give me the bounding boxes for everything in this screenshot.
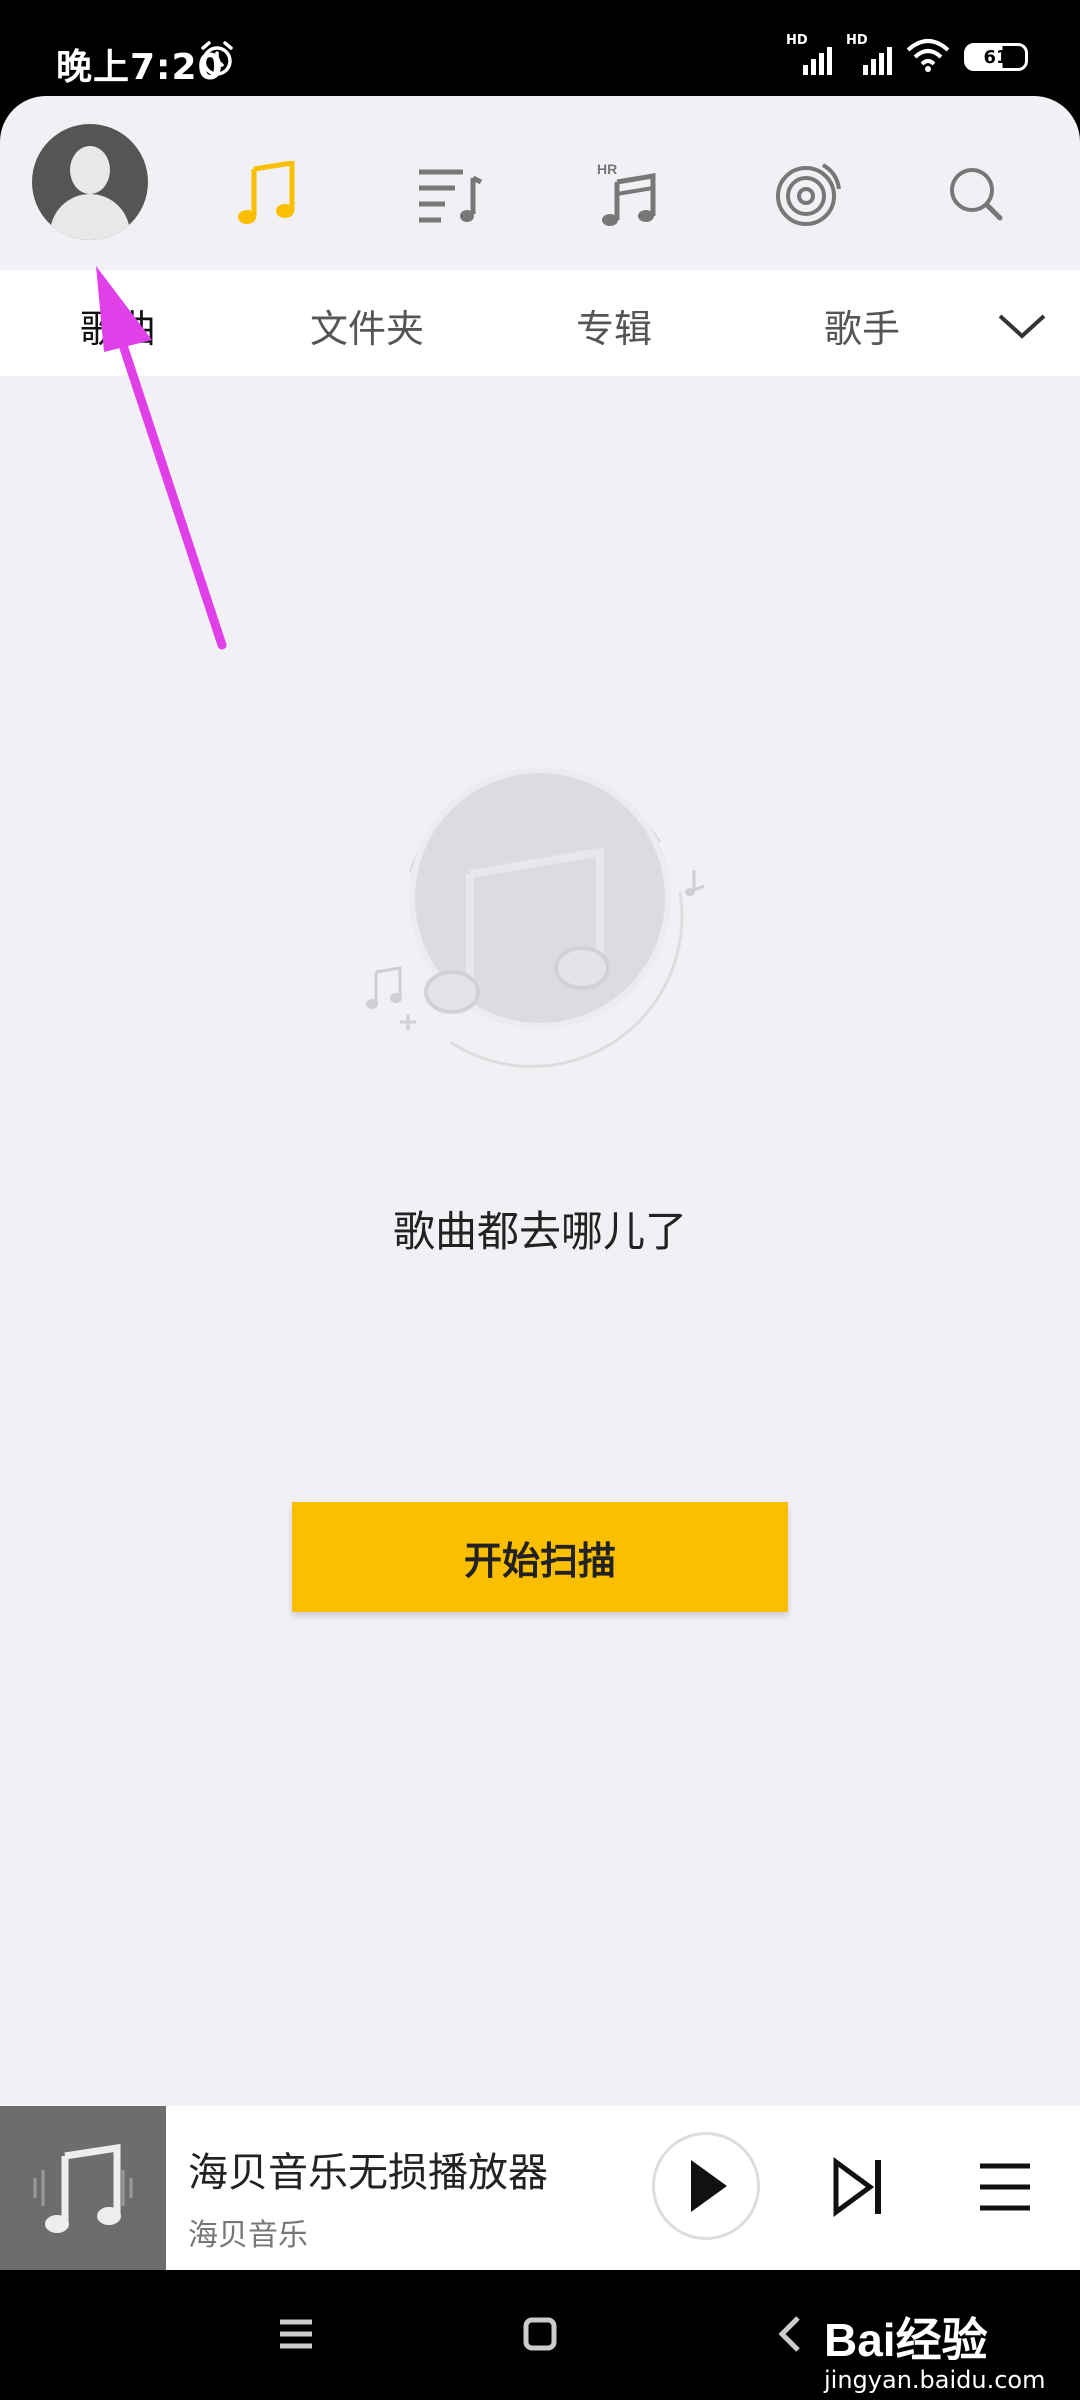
tab-artists[interactable]: 歌手 <box>824 298 900 353</box>
playlist-icon[interactable] <box>410 154 490 234</box>
empty-music-illustration <box>360 742 720 1082</box>
menu-icon[interactable] <box>276 2314 316 2358</box>
signal-hd-label: HD <box>786 33 808 48</box>
music-app: HR 歌曲 文件夹 专辑 歌手 歌曲都去哪儿了 开始扫描 <box>0 96 1080 2270</box>
wifi-icon <box>906 38 950 76</box>
hr-music-icon[interactable]: HR <box>588 154 668 234</box>
hr-badge: HR <box>597 161 617 177</box>
vinyl-disc-icon[interactable] <box>768 154 848 234</box>
album-cover[interactable] <box>0 2106 166 2270</box>
tab-folders[interactable]: 文件夹 <box>310 298 424 353</box>
watermark-site: jingyan.baidu.com <box>824 2366 1046 2394</box>
tab-songs[interactable]: 歌曲 <box>80 298 156 353</box>
baidu-watermark: Bai经验 jingyan.baidu.com <box>824 2304 1045 2394</box>
signal-hd-label: HD <box>846 33 868 48</box>
play-queue-icon[interactable] <box>976 2158 1034 2216</box>
signal-icon: HD <box>846 33 892 75</box>
chevron-down-icon[interactable] <box>994 300 1050 350</box>
play-icon <box>691 2160 727 2212</box>
start-scan-button[interactable]: 开始扫描 <box>292 1502 788 1612</box>
tab-albums[interactable]: 专辑 <box>576 298 652 353</box>
play-button[interactable] <box>652 2132 760 2240</box>
song-title: 海贝音乐无损播放器 <box>188 2150 548 2196</box>
battery-level: 61 <box>983 46 1009 68</box>
status-bar: 晚上7:20 HD HD 61 <box>0 0 1080 96</box>
battery-icon: 61 <box>964 43 1028 71</box>
song-artist: 海贝音乐 <box>188 2218 308 2253</box>
empty-state-message: 歌曲都去哪儿了 <box>392 1207 687 1256</box>
back-icon[interactable] <box>772 2314 808 2358</box>
alarm-icon <box>198 40 236 82</box>
music-note-icon[interactable] <box>228 154 308 234</box>
search-icon[interactable] <box>936 154 1016 234</box>
tab-bar: 歌曲 文件夹 专辑 歌手 <box>0 270 1080 376</box>
top-navigation: HR <box>0 96 1080 270</box>
signal-icon: HD <box>786 33 832 75</box>
watermark-brand: Bai经验 <box>824 2314 988 2366</box>
system-navigation-bar: Bai经验 jingyan.baidu.com <box>0 2270 1080 2400</box>
avatar[interactable] <box>32 124 148 240</box>
mini-player[interactable]: 海贝音乐无损播放器 海贝音乐 <box>0 2106 1080 2270</box>
home-icon[interactable] <box>520 2314 560 2358</box>
next-track-icon[interactable] <box>828 2152 888 2222</box>
